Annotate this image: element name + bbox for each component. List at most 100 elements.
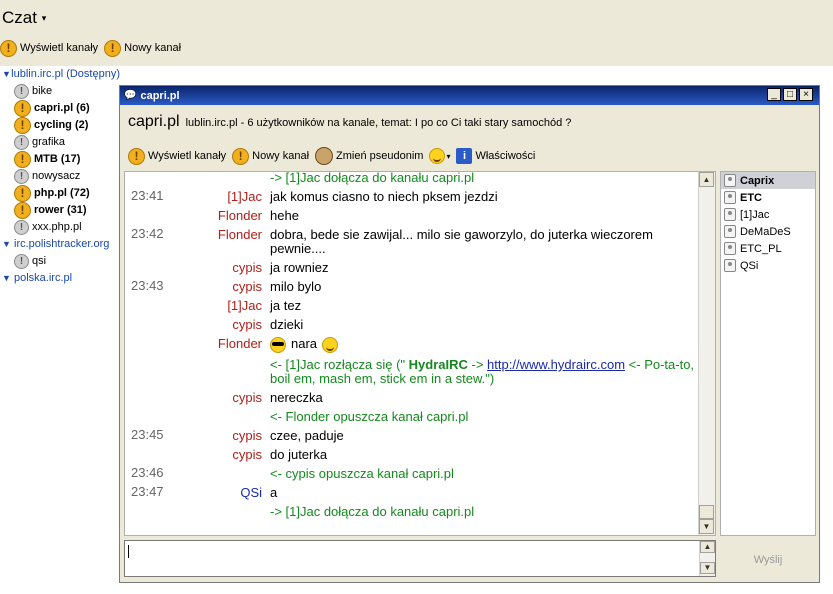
message-time [125, 315, 193, 334]
message-row: Flonder nara [125, 334, 699, 355]
show-channels-button[interactable]: ! Wyświetl kanały [0, 39, 98, 57]
message-log[interactable]: -> [1]Jac dołącza do kanału capri.pl 23:4… [124, 171, 716, 536]
user-icon [724, 225, 736, 238]
message-text: nara [262, 334, 699, 355]
message-nick[interactable]: cypis [193, 426, 262, 445]
tree-channel[interactable]: ! grafika [0, 134, 120, 151]
tree-channel[interactable]: ! qsi [0, 253, 120, 270]
user-list-item[interactable]: Caprix [721, 172, 815, 189]
tree-channel[interactable]: ! php.pl (72) [0, 185, 120, 202]
user-icon [724, 242, 736, 255]
text-caret [128, 545, 129, 558]
message-row: 23:47 QSi a [125, 483, 699, 502]
message-nick[interactable] [193, 355, 262, 388]
user-list-item[interactable]: [1]Jac [721, 206, 815, 223]
message-nick[interactable]: cypis [193, 277, 262, 296]
scroll-down-button[interactable]: ▼ [700, 562, 715, 574]
tree-channel[interactable]: ! bike [0, 83, 120, 100]
close-button[interactable]: × [799, 88, 813, 101]
chat-menu[interactable]: Czat ▾ [2, 8, 46, 28]
tree-channel[interactable]: ! capri.pl (6) [0, 100, 120, 117]
message-text: hehe [270, 208, 299, 223]
change-nick-button[interactable]: Zmień pseudonim [315, 147, 423, 165]
user-name: ETC_PL [740, 242, 782, 255]
scroll-up-button[interactable]: ▲ [700, 541, 715, 553]
window-titlebar[interactable]: 💬 capri.pl [120, 86, 819, 105]
person-icon [315, 147, 334, 165]
user-name: ETC [740, 191, 762, 204]
message-nick[interactable]: cypis [193, 315, 262, 334]
user-list-item[interactable]: DeMaDeS [721, 223, 815, 240]
cool-smiley-icon [270, 337, 286, 353]
user-name: DeMaDeS [740, 225, 791, 238]
tree-server[interactable]: ▼ lublin.irc.pl (Dostępny) [0, 66, 120, 83]
tree-channel-label: xxx.php.pl [32, 221, 82, 233]
message-nick[interactable]: cypis [193, 445, 262, 464]
expand-triangle-icon[interactable]: ▼ [2, 66, 11, 83]
chat-menu-label: Czat [2, 8, 37, 27]
smiley-icon [322, 337, 339, 353]
channel-topic: lublin.irc.pl - 6 użytkowników na kanale… [185, 117, 572, 129]
channel-icon: ! [14, 185, 31, 202]
message-text: czee, paduje [270, 428, 344, 443]
scroll-down-button[interactable]: ▼ [699, 519, 714, 534]
message-nick[interactable]: cypis [193, 258, 262, 277]
message-time [125, 172, 193, 187]
message-time [125, 355, 193, 388]
message-nick[interactable] [193, 502, 262, 521]
new-channel-button[interactable]: ! Nowy kanał [104, 39, 181, 57]
user-list-item[interactable]: QSi [721, 257, 815, 274]
message-nick[interactable]: Flonder [193, 334, 262, 355]
user-list: Caprix ETC [1]Jac DeMaDeS ETC_PL QSi [720, 171, 816, 536]
new-channel-button[interactable]: ! Nowy kanał [232, 147, 309, 165]
message-nick[interactable]: Flonder [193, 225, 262, 258]
scroll-thumb[interactable] [699, 505, 714, 519]
show-channels-button[interactable]: ! Wyświetl kanały [128, 147, 226, 165]
user-list-item[interactable]: ETC [721, 189, 815, 206]
input-scrollbar[interactable]: ▲ ▼ [699, 541, 715, 576]
tree-channel-label: rower (31) [34, 204, 87, 216]
tree-channel[interactable]: ! rower (31) [0, 202, 120, 219]
message-nick[interactable]: Flonder [193, 206, 262, 225]
tree-channel[interactable]: ! cycling (2) [0, 117, 120, 134]
message-time: 23:45 [131, 427, 164, 442]
tree-channel-label: cycling (2) [34, 119, 89, 131]
message-text: ja rowniez [270, 260, 329, 275]
message-scrollbar[interactable]: ▲ ▼ [698, 172, 715, 535]
tree-channel[interactable]: ! MTB (17) [0, 151, 120, 168]
message-input[interactable]: ▲ ▼ [124, 540, 716, 577]
message-row: 23:41 [1]Jac jak komus ciasno to niech pks… [125, 187, 699, 206]
tree-server[interactable]: ▼ irc.polishtracker.org [0, 236, 120, 253]
message-nick[interactable]: [1]Jac [193, 187, 262, 206]
expand-triangle-icon[interactable]: ▼ [2, 236, 14, 253]
channel-list-icon: ! [128, 147, 145, 165]
tree-server[interactable]: ▼ polska.irc.pl [0, 270, 120, 287]
message-row: 23:43 cypis milo bylo [125, 277, 699, 296]
tree-channel[interactable]: ! nowysacz [0, 168, 120, 185]
smiley-icon [429, 148, 446, 164]
message-nick[interactable] [193, 407, 262, 426]
message-row: cypis nereczka [125, 388, 699, 407]
expand-triangle-icon[interactable]: ▼ [2, 270, 14, 287]
message-text: -> [1]Jac dołącza do kanału capri.pl [270, 504, 475, 519]
maximize-button[interactable]: □ [783, 88, 797, 101]
properties-button[interactable]: i Właściwości [456, 148, 535, 164]
channel-name: capri.pl [128, 113, 180, 130]
minimize-button[interactable]: _ [767, 88, 781, 101]
chevron-down-icon: ▾ [446, 151, 451, 161]
tree-channel[interactable]: ! xxx.php.pl [0, 219, 120, 236]
message-nick[interactable] [193, 464, 262, 483]
message-nick[interactable] [193, 172, 262, 187]
message-list: -> [1]Jac dołącza do kanału capri.pl 23:4… [125, 172, 699, 521]
channel-window: 💬 capri.pl _ □ × capri.pl lublin.irc.pl … [119, 85, 820, 583]
message-nick[interactable]: cypis [193, 388, 262, 407]
user-list-item[interactable]: ETC_PL [721, 240, 815, 257]
hydrairc-link[interactable]: http://www.hydrairc.com [487, 357, 625, 372]
message-nick[interactable]: [1]Jac [193, 296, 262, 315]
scroll-up-button[interactable]: ▲ [699, 172, 714, 187]
send-button[interactable]: Wyślij [720, 544, 816, 576]
message-text: a [270, 485, 278, 500]
emoticon-button[interactable]: ▾ [429, 148, 450, 164]
channel-toolbar: ! Wyświetl kanały ! Nowy kanał Zmień pse… [128, 145, 541, 167]
message-nick[interactable]: QSi [193, 483, 262, 502]
